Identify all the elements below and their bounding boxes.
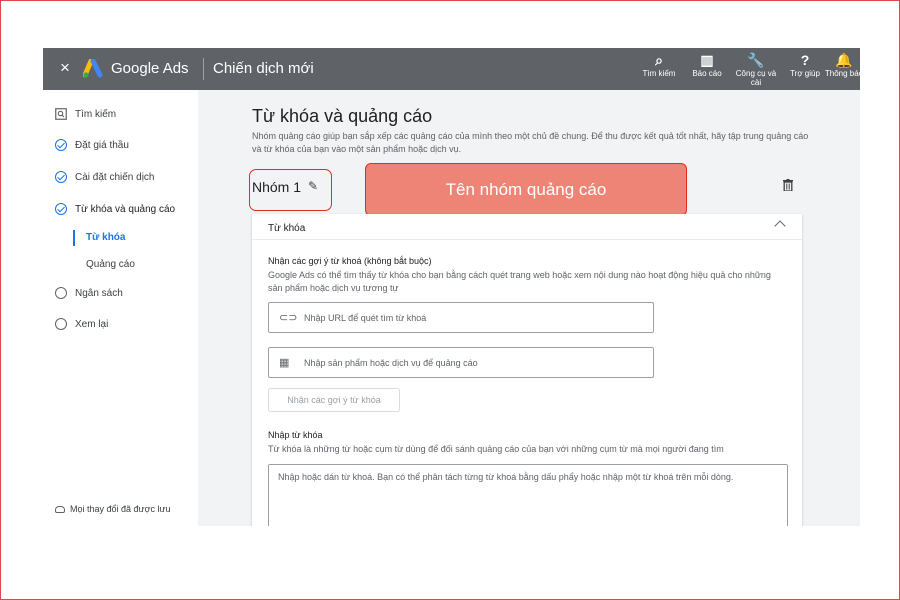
wrench-icon: 🔧 (747, 52, 765, 68)
sidebar-item-search[interactable]: Tìm kiếm (43, 102, 198, 128)
sidebar-subitem-ads[interactable]: Quảng cáo (43, 252, 198, 278)
google-ads-logo (83, 59, 103, 78)
tools-settings-label: Công cụ và cài (735, 69, 777, 87)
search-icon: ⌕ (655, 52, 663, 68)
store-icon: ▦ (279, 357, 290, 369)
search-tool-label: Tìm kiếm (642, 69, 676, 78)
google-ads-window: × Google Ads Chiến dịch mới ⌕ Tìm kiếm ▥… (43, 48, 860, 526)
sidebar-item-campaign-settings[interactable]: Cài đặt chiến dịch (43, 165, 198, 191)
enter-keywords-description: Từ khóa là những từ hoặc cụm từ dùng để … (268, 444, 724, 454)
sidebar-item-label: Tìm kiếm (75, 109, 117, 120)
save-status-text: Mọi thay đổi đã được lưu (70, 504, 171, 514)
search-tool-button[interactable]: ⌕ Tìm kiếm (637, 51, 681, 78)
brand-name: Google Ads (111, 60, 189, 77)
product-input[interactable]: ▦ Nhập sản phẩm hoặc dịch vụ để quảng cá… (268, 347, 654, 378)
page-description: Nhóm quảng cáo giúp bạn sắp xếp các quản… (252, 131, 809, 154)
sidebar-subitem-keywords[interactable]: Từ khóa (43, 225, 198, 251)
cloud-icon (55, 506, 65, 514)
main-content: Từ khóa và quảng cáo Nhóm quảng cáo giúp… (198, 90, 860, 526)
enter-keywords-label: Nhập từ khóa (268, 430, 323, 440)
sidebar-item-label: Cài đặt chiến dịch (75, 172, 155, 183)
annotation-callout: Tên nhóm quảng cáo (365, 163, 687, 216)
help-icon: ? (800, 52, 810, 68)
sidebar-item-label: Xem lại (75, 319, 109, 330)
save-status: Mọi thay đổi đã được lưu (55, 504, 171, 514)
check-circle-icon (55, 203, 67, 215)
sidebar-item-budget[interactable]: Ngân sách (43, 281, 198, 307)
help-button[interactable]: ? Trợ giúp (783, 51, 827, 78)
help-label: Trợ giúp (790, 69, 820, 78)
reports-tool-label: Báo cáo (692, 69, 722, 78)
page-title: Từ khóa và quảng cáo (252, 106, 433, 126)
current-step-indicator (73, 230, 75, 246)
notifications-button[interactable]: 🔔 Thông báo (824, 51, 860, 78)
url-input[interactable]: ⊂⊃ Nhập URL để quét tìm từ khoá (268, 302, 654, 333)
tools-settings-button[interactable]: 🔧 Công cụ và cài (734, 51, 778, 87)
bell-icon: 🔔 (835, 52, 853, 68)
keywords-card-title: Từ khóa (268, 223, 306, 234)
sidebar-item-label: Từ khóa và quảng cáo (75, 204, 176, 215)
header-divider (203, 58, 204, 80)
circle-icon (55, 318, 67, 330)
sidebar: Tìm kiếm Đặt giá thầu Cài đặt chiến dịch… (43, 90, 198, 526)
sidebar-item-keywords-and-ads[interactable]: Từ khóa và quảng cáo (43, 197, 198, 223)
sidebar-item-bidding[interactable]: Đặt giá thầu (43, 133, 198, 159)
sidebar-item-label: Từ khóa (86, 232, 126, 243)
chevron-up-icon[interactable] (774, 220, 786, 232)
sidebar-item-label: Ngân sách (75, 288, 123, 299)
keywords-card-header[interactable]: Từ khóa (252, 214, 802, 240)
sidebar-item-label: Đặt giá thầu (75, 140, 129, 151)
url-input-placeholder: Nhập URL để quét tìm từ khoá (304, 313, 427, 323)
keywords-textarea[interactable]: Nhập hoặc dán từ khoá. Bạn có thể phân t… (268, 464, 788, 526)
ad-group-name[interactable]: Nhóm 1 (252, 179, 301, 195)
suggestions-label: Nhận các gợi ý từ khoá (không bắt buộc) (268, 256, 432, 266)
keywords-card: Từ khóa Nhận các gợi ý từ khoá (không bắ… (252, 214, 802, 526)
notifications-label: Thông báo (824, 69, 860, 78)
check-circle-icon (55, 139, 67, 151)
product-input-placeholder: Nhập sản phẩm hoặc dịch vụ để quảng cáo (304, 358, 478, 368)
keywords-textarea-placeholder: Nhập hoặc dán từ khoá. Bạn có thể phân t… (278, 472, 734, 482)
trash-icon[interactable] (783, 179, 793, 191)
suggestions-description: Google Ads có thể tìm thấy từ khóa cho b… (268, 270, 771, 293)
sidebar-item-review[interactable]: Xem lại (43, 312, 198, 338)
circle-icon (55, 287, 67, 299)
reports-icon: ▥ (700, 52, 714, 68)
link-icon: ⊂⊃ (279, 312, 298, 324)
pencil-icon[interactable]: ✎ (308, 179, 318, 193)
campaign-title: Chiến dịch mới (213, 60, 314, 77)
sidebar-item-label: Quảng cáo (86, 259, 135, 270)
reports-tool-button[interactable]: ▥ Báo cáo (685, 51, 729, 78)
close-icon[interactable]: × (55, 58, 75, 78)
check-circle-icon (55, 171, 67, 183)
search-icon (55, 108, 67, 120)
get-keyword-suggestions-button[interactable]: Nhận các gợi ý từ khóa (268, 388, 400, 412)
top-bar: × Google Ads Chiến dịch mới ⌕ Tìm kiếm ▥… (43, 48, 860, 90)
